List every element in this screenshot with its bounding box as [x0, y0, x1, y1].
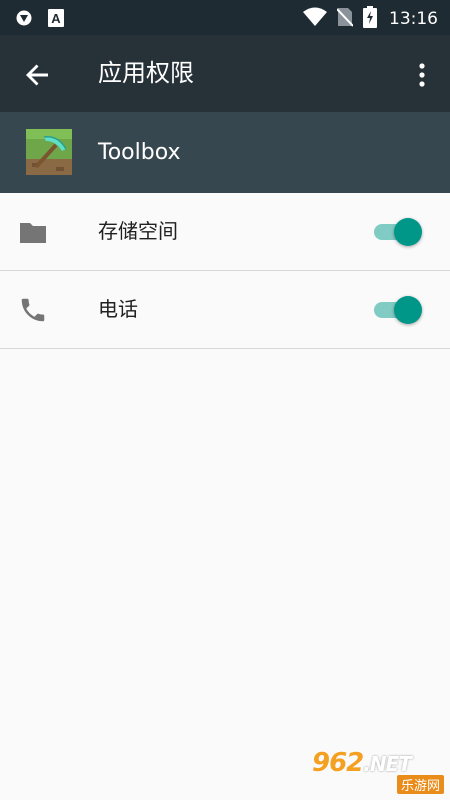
- phone-icon: [18, 295, 48, 325]
- app-toolbar: 应用权限: [0, 35, 450, 112]
- permission-row-phone[interactable]: 电话: [0, 271, 450, 349]
- storage-toggle[interactable]: [374, 216, 424, 248]
- app-name: Toolbox: [98, 140, 181, 165]
- watermark-suffix: .NET: [363, 752, 412, 776]
- battery-charging-icon: [363, 6, 377, 32]
- permission-label: 存储空间: [98, 219, 178, 243]
- status-right-icons: 13:16: [303, 6, 438, 32]
- wifi-icon: [303, 7, 327, 31]
- switch-thumb: [394, 218, 422, 246]
- font-a-icon: A: [48, 9, 64, 31]
- status-bar: A 13:16: [0, 0, 450, 35]
- watermark-sub: 乐游网: [396, 775, 444, 794]
- no-sim-icon: [336, 7, 354, 31]
- permission-label: 电话: [98, 297, 138, 321]
- status-left-icons: A: [16, 9, 64, 31]
- arrow-back-icon: [26, 64, 48, 86]
- svg-text:A: A: [51, 11, 61, 26]
- switch-thumb: [394, 296, 422, 324]
- status-time: 13:16: [389, 9, 438, 29]
- page-title: 应用权限: [98, 59, 194, 87]
- back-button[interactable]: [22, 59, 54, 91]
- pickaxe-icon: [26, 129, 72, 175]
- watermark-number: 962: [312, 748, 364, 778]
- watermark-logo: 962.NET 乐游网: [312, 748, 446, 794]
- more-options-button[interactable]: [410, 59, 434, 91]
- permission-row-storage[interactable]: 存储空间: [0, 193, 450, 271]
- vpn-shield-icon: [16, 9, 32, 31]
- app-header: Toolbox: [0, 112, 450, 193]
- watermark-main: 962.NET: [312, 748, 412, 778]
- more-vert-icon: [419, 63, 425, 87]
- phone-toggle[interactable]: [374, 294, 424, 326]
- folder-icon: [18, 217, 48, 247]
